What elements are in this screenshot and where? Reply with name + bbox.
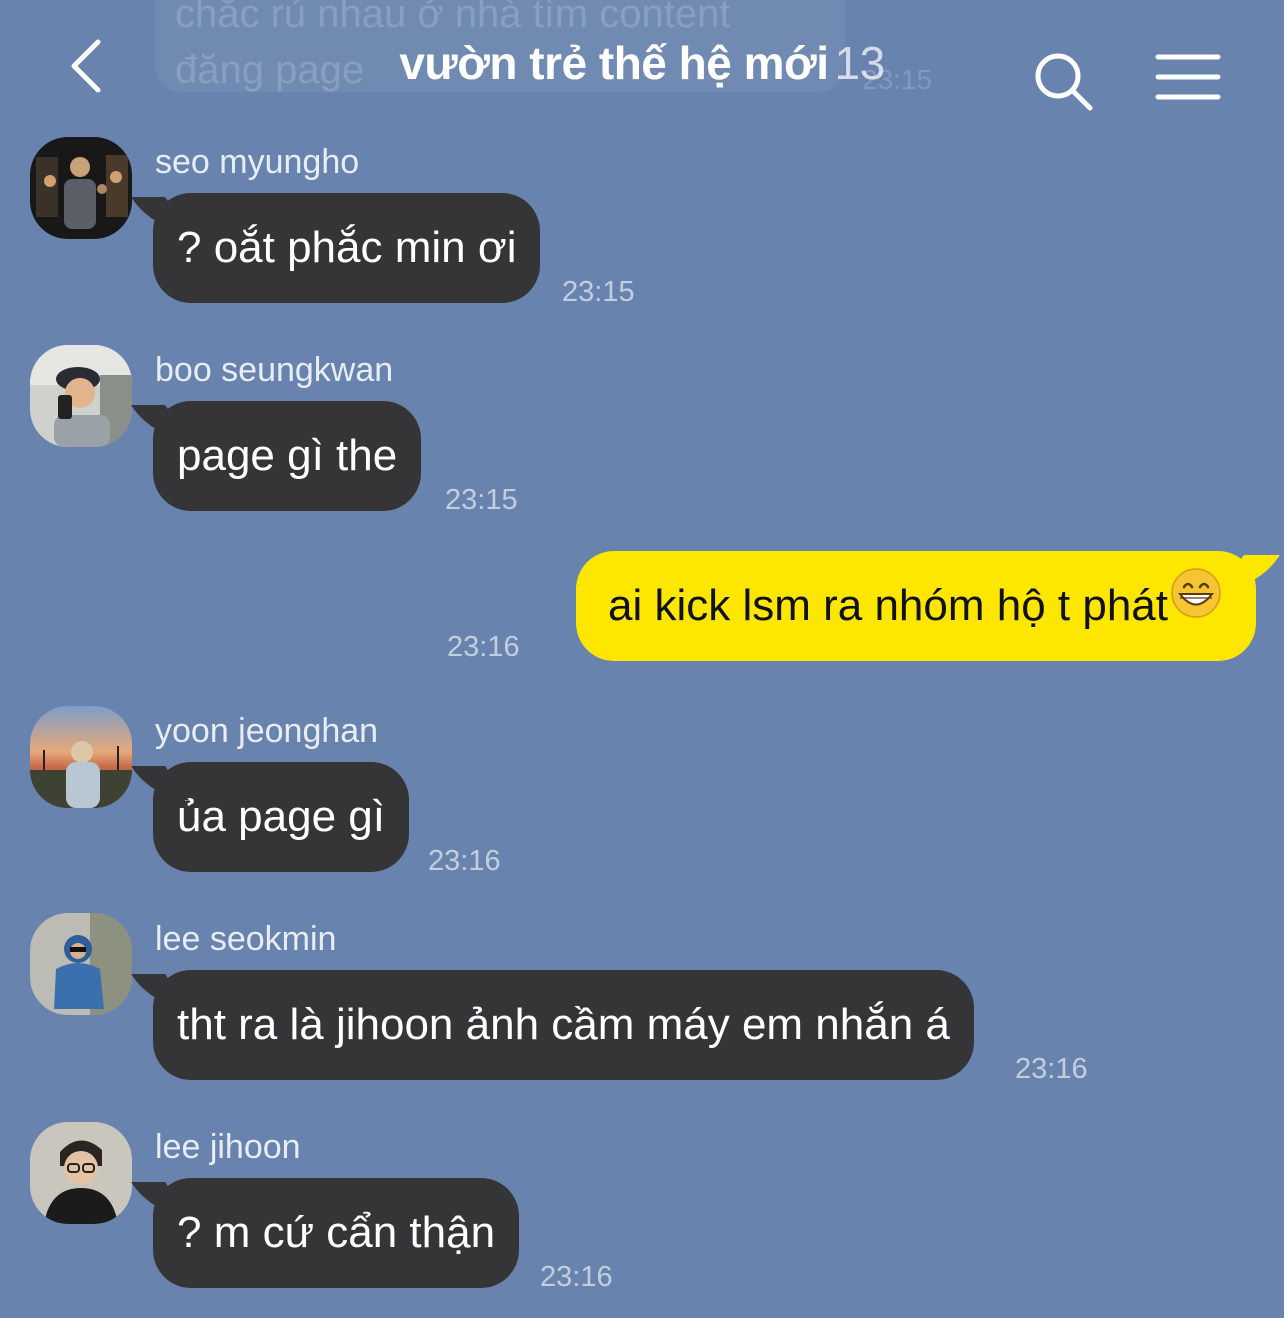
message-text: page gì the <box>177 431 398 480</box>
avatar-photo <box>30 706 132 808</box>
message-text: tht ra là jihoon ảnh cầm máy em nhắn á <box>177 1000 950 1049</box>
message-time: 23:15 <box>445 484 518 516</box>
message-bubble[interactable]: ? oắt phắc min ơi <box>153 193 541 303</box>
sender-name: lee seokmin <box>155 920 337 958</box>
avatar-boo-seungkwan[interactable] <box>30 345 132 447</box>
sender-name: boo seungkwan <box>155 351 394 389</box>
message-text: ai kick lsm ra nhóm hộ t phát <box>607 581 1168 630</box>
message-time: 23:16 <box>1015 1053 1088 1085</box>
search-button[interactable] <box>1030 48 1098 116</box>
message-bubble[interactable]: ? m cứ cẩn thận <box>153 1178 520 1288</box>
message-time: 23:15 <box>562 276 635 308</box>
avatar-yoon-jeonghan[interactable] <box>30 706 132 808</box>
avatar-lee-seokmin[interactable] <box>30 913 132 1015</box>
avatar-lee-jihoon[interactable] <box>30 1122 132 1224</box>
avatar-photo <box>30 913 132 1015</box>
message-text: ? m cứ cẩn thận <box>177 1208 496 1257</box>
hamburger-menu-icon <box>1155 54 1221 100</box>
avatar-photo <box>30 137 132 239</box>
message-bubble[interactable]: tht ra là jihoon ảnh cầm máy em nhắn á <box>153 970 974 1080</box>
menu-button[interactable] <box>1152 50 1224 106</box>
grinning-face-emoji-icon <box>1170 550 1222 660</box>
message-time: 23:16 <box>447 631 520 663</box>
message-bubble[interactable]: page gì the <box>153 401 422 511</box>
message-time: 23:16 <box>428 845 501 877</box>
member-count: 13 <box>834 37 886 89</box>
search-icon <box>1035 53 1093 111</box>
avatar-photo <box>30 345 132 447</box>
message-bubble[interactable]: ủa page gì <box>153 762 409 872</box>
avatar-photo <box>30 1122 132 1224</box>
chat-room-name: vườn trẻ thế hệ mới <box>399 37 829 89</box>
avatar-seo-myungho[interactable] <box>30 137 132 239</box>
message-text: ? oắt phắc min ơi <box>177 223 517 272</box>
my-message-bubble[interactable]: ai kick lsm ra nhóm hộ t phát <box>575 550 1256 661</box>
sender-name: seo myungho <box>155 143 360 181</box>
sender-name: yoon jeonghan <box>155 712 379 750</box>
message-text: ủa page gì <box>177 792 385 841</box>
sender-name: lee jihoon <box>155 1128 301 1166</box>
message-time: 23:16 <box>540 1261 613 1293</box>
